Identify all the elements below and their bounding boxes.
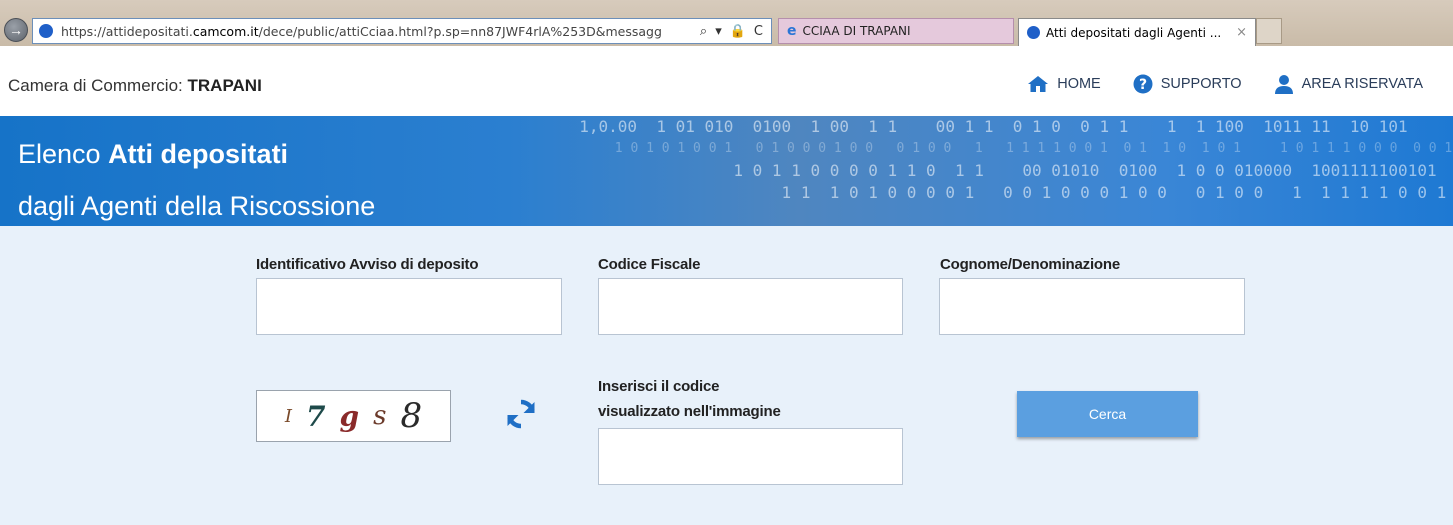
user-icon xyxy=(1274,75,1293,94)
captcha-input[interactable] xyxy=(598,428,903,485)
refresh-captcha-icon[interactable] xyxy=(505,398,537,430)
refresh-icon[interactable]: C xyxy=(754,24,763,39)
codice-fiscale-input[interactable] xyxy=(598,278,903,335)
cognome-input[interactable] xyxy=(939,278,1245,335)
nav-supporto[interactable]: ? SUPPORTO xyxy=(1133,74,1242,94)
search-icon[interactable]: ⌕ xyxy=(700,24,707,39)
cognome-label: Cognome/Denominazione xyxy=(940,256,1120,273)
address-tools: ⌕ ▾ 🔒 C xyxy=(692,24,771,39)
chamber-title: Camera di Commercio: TRAPANI xyxy=(8,76,262,95)
svg-text:?: ? xyxy=(1139,77,1147,93)
top-nav: HOME ? SUPPORTO AREA RISERVATA xyxy=(1027,74,1423,94)
nav-area-riservata[interactable]: AREA RISERVATA xyxy=(1274,74,1423,94)
url-text[interactable]: https://attidepositati.camcom.it/dece/pu… xyxy=(61,24,692,39)
captcha-image: I 7 g s 8 xyxy=(256,390,451,442)
nav-home[interactable]: HOME xyxy=(1027,74,1101,94)
dropdown-icon[interactable]: ▾ xyxy=(715,24,722,39)
cerca-button[interactable]: Cerca xyxy=(1017,391,1198,437)
address-bar[interactable]: https://attidepositati.camcom.it/dece/pu… xyxy=(32,18,772,44)
tab-title: Atti depositati dagli Agenti ... xyxy=(1046,25,1222,40)
tab-cciaa-trapani[interactable]: e CCIAA DI TRAPANI xyxy=(778,18,1014,44)
close-icon[interactable]: × xyxy=(1236,25,1247,40)
home-icon xyxy=(1028,76,1049,92)
back-arrow-icon[interactable]: → xyxy=(4,18,28,42)
site-header: Camera di Commercio: TRAPANI HOME ? SUPP… xyxy=(0,46,1453,116)
tab-title: CCIAA DI TRAPANI xyxy=(802,24,911,38)
codice-fiscale-label: Codice Fiscale xyxy=(598,256,701,273)
tab-atti-depositati[interactable]: Atti depositati dagli Agenti ... × xyxy=(1018,18,1256,46)
help-icon: ? xyxy=(1133,74,1153,94)
new-tab-button[interactable] xyxy=(1256,18,1282,44)
lock-icon[interactable]: 🔒 xyxy=(730,24,746,39)
browser-chrome: → https://attidepositati.camcom.it/dece/… xyxy=(0,0,1453,46)
site-icon xyxy=(39,24,53,38)
captcha-label: Inserisci il codice visualizzato nell'im… xyxy=(598,378,781,420)
identificativo-label: Identificativo Avviso di deposito xyxy=(256,256,479,273)
search-form: Identificativo Avviso di deposito Codice… xyxy=(0,226,1453,525)
site-icon xyxy=(1027,26,1040,39)
binary-decoration: 1,0.00 1 01 010 0100 1 00 1 1 00 1 1 0 1… xyxy=(560,117,1453,202)
page-title: Elenco Atti depositati dagli Agenti dell… xyxy=(18,139,376,221)
identificativo-input[interactable] xyxy=(256,278,562,335)
page-banner: 1,0.00 1 01 010 0100 1 00 1 1 00 1 1 0 1… xyxy=(0,116,1453,226)
ie-icon: e xyxy=(787,23,797,39)
